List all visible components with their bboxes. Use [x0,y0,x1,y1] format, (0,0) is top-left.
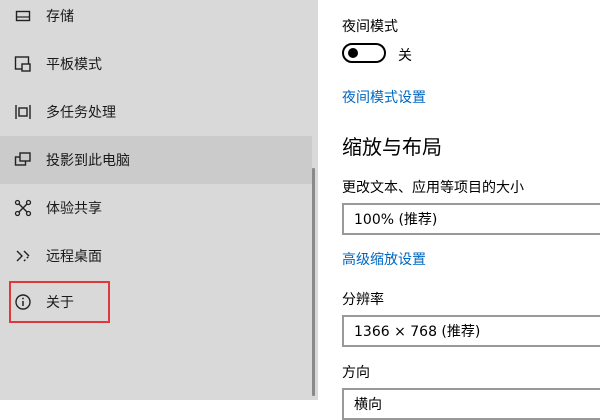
remote-desktop-icon [14,247,32,265]
scale-value: 100% (推荐) [354,212,438,228]
settings-sidebar: 存储 平板模式 多任务处理 投影到此电脑 体验共享 远程桌面 关于 [0,0,318,400]
night-light-state: 关 [398,48,412,64]
sidebar-item-label: 体验共享 [46,201,102,217]
multitasking-icon [14,103,32,121]
sidebar-item-tablet-mode[interactable]: 平板模式 [0,40,312,88]
storage-icon [14,7,32,25]
night-light-toggle[interactable] [342,43,386,63]
sidebar-item-project-to-pc[interactable]: 投影到此电脑 [0,136,312,184]
tablet-mode-icon [14,55,32,73]
advanced-scaling-link[interactable]: 高级缩放设置 [342,249,426,269]
projecting-icon [14,151,32,169]
scale-label: 更改文本、应用等项目的大小 [342,180,524,196]
resolution-dropdown[interactable]: 1366 × 768 (推荐) [342,315,600,347]
night-light-label: 夜间模式 [342,19,398,35]
toggle-knob [348,48,358,58]
shared-experiences-icon [14,199,32,217]
sidebar-item-label: 存储 [46,9,74,25]
sidebar-item-label: 平板模式 [46,57,102,73]
orientation-dropdown[interactable]: 横向 [342,388,600,420]
sidebar-item-storage[interactable]: 存储 [0,0,312,40]
orientation-label: 方向 [342,365,370,381]
resolution-label: 分辨率 [342,292,384,308]
sidebar-scrollbar[interactable] [312,168,315,396]
sidebar-item-remote-desktop[interactable]: 远程桌面 [0,232,312,280]
resolution-value: 1366 × 768 (推荐) [354,324,481,340]
display-settings-panel: 夜间模式 关 夜间模式设置 缩放与布局 更改文本、应用等项目的大小 100% (… [318,0,600,420]
sidebar-item-multitasking[interactable]: 多任务处理 [0,88,312,136]
orientation-value: 横向 [354,397,382,413]
sidebar-item-label: 多任务处理 [46,105,116,121]
sidebar-item-shared-experiences[interactable]: 体验共享 [0,184,312,232]
annotation-highlight-box [9,281,110,323]
night-light-settings-link[interactable]: 夜间模式设置 [342,87,426,107]
sidebar-item-label: 投影到此电脑 [46,153,130,169]
scale-layout-heading: 缩放与布局 [342,135,442,159]
scale-dropdown[interactable]: 100% (推荐) [342,203,600,235]
sidebar-item-label: 远程桌面 [46,249,102,265]
